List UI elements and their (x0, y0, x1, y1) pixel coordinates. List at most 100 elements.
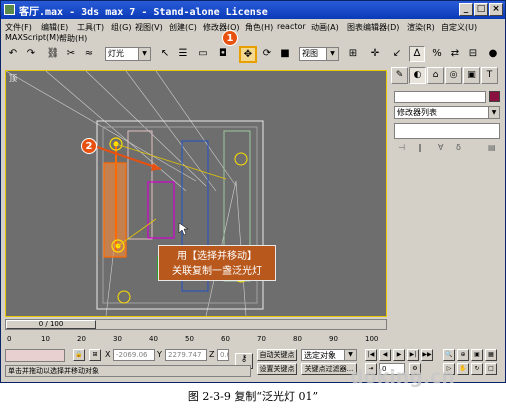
tick-label: 60 (221, 335, 230, 343)
time-slider-track[interactable]: 0 / 100 (5, 319, 387, 330)
object-name-field[interactable] (394, 91, 486, 103)
menu-customize[interactable]: 自定义(U) (441, 22, 477, 33)
set-key-button[interactable]: 设置关键点 (257, 363, 297, 375)
select-scale-icon[interactable]: ■ (277, 46, 293, 62)
menu-rendering[interactable]: 渲染(R) (407, 22, 435, 33)
select-manipulate-icon[interactable]: ✛ (367, 46, 383, 62)
menu-reactor[interactable]: reactor (277, 22, 306, 31)
link-icon[interactable]: ⛓ (45, 46, 61, 62)
watermark: doking.cn (350, 366, 455, 388)
zoom-extents-all-icon[interactable]: ▦ (485, 349, 497, 361)
hierarchy-icon[interactable]: ⌂ (427, 67, 444, 84)
maxscript-listener[interactable] (5, 349, 65, 362)
previous-frame-icon[interactable]: ◀ (379, 349, 391, 361)
align-icon[interactable]: ⊟ (465, 46, 481, 62)
select-rotate-icon[interactable]: ⟳ (259, 46, 275, 62)
redo-icon[interactable]: ↷ (23, 46, 39, 62)
chevron-down-icon: ▼ (344, 350, 356, 360)
object-color-swatch[interactable] (489, 91, 500, 102)
modify-icon[interactable]: ◐ (409, 67, 426, 84)
ref-coord-dropdown[interactable]: 视图 ▼ (299, 47, 339, 61)
key-filter-dropdown[interactable]: 选定对象 ▼ (301, 349, 357, 361)
make-unique-icon[interactable]: ∀ (438, 143, 443, 152)
select-by-name-icon[interactable]: ☰ (175, 46, 191, 62)
auto-key-button[interactable]: 自动关键点 (257, 349, 297, 361)
x-coord-field[interactable]: -2069.06 (113, 349, 155, 361)
menu-file[interactable]: 文件(F) (5, 22, 32, 33)
tick-label: 100 (365, 335, 379, 343)
unlink-icon[interactable]: ✂ (63, 46, 79, 62)
tick-label: 90 (329, 335, 338, 343)
menu-maxscript[interactable]: MAXScript(M) (5, 33, 59, 42)
arc-rotate-icon[interactable]: ↻ (471, 363, 483, 375)
top-viewport[interactable]: 顶 用【选择并移动】 关联复制一盏泛光灯 (5, 70, 387, 317)
selection-filter-dropdown[interactable]: 灯光 ▼ (105, 47, 151, 61)
minimize-button[interactable]: _ (459, 3, 473, 16)
select-move-icon[interactable]: ✥ (239, 46, 257, 63)
rect-region-icon[interactable]: ▭ (195, 46, 211, 62)
go-to-start-icon[interactable]: |◀ (365, 349, 377, 361)
tick-label: 30 (113, 335, 122, 343)
key-filter-value: 选定对象 (304, 351, 336, 360)
tick-label: 20 (77, 335, 86, 343)
angle-snap-icon[interactable]: ∆ (409, 46, 425, 62)
menu-create[interactable]: 创建(C) (169, 22, 197, 33)
snap-icon[interactable]: ↙ (389, 46, 405, 62)
modifier-stack[interactable] (394, 123, 500, 139)
app-window: 客厅.max - 3ds max 7 - Stand-alone License… (0, 0, 506, 383)
pivot-icon[interactable]: ⊞ (345, 46, 361, 62)
tick-label: 40 (149, 335, 158, 343)
configure-sets-icon[interactable]: ▤ (488, 143, 496, 152)
menu-views[interactable]: 视图(V) (135, 22, 163, 33)
undo-icon[interactable]: ↶ (5, 46, 21, 62)
light-right (234, 152, 248, 166)
pan-icon[interactable]: ✋ (457, 363, 469, 375)
modifier-list-dropdown[interactable]: 修改器列表 ▼ (394, 106, 500, 119)
create-icon[interactable]: ✎ (391, 67, 408, 84)
menu-help[interactable]: 帮助(H) (59, 33, 87, 44)
command-panel: ✎ ◐ ⌂ ◎ ▣ T 修改器列表 ▼ ⊣ ‖ ∀ δ ▤ (391, 67, 503, 321)
menu-edit[interactable]: 编辑(E) (41, 22, 68, 33)
annotation-callout: 用【选择并移动】 关联复制一盏泛光灯 (158, 245, 276, 281)
z-coord-field[interactable]: 0.0 (217, 349, 229, 361)
window-crossing-icon[interactable]: ◘ (215, 46, 231, 62)
maximize-button[interactable]: □ (474, 3, 488, 16)
next-frame-icon[interactable]: ▶| (407, 349, 419, 361)
key-filters-button[interactable]: 关键点过滤器... (301, 363, 357, 375)
y-label: Y (157, 350, 162, 359)
chevron-down-icon: ▼ (488, 107, 499, 118)
time-slider[interactable]: 0 / 100 (6, 320, 96, 329)
y-coord-field[interactable]: 2279.747 (165, 349, 207, 361)
absolute-mode-icon[interactable]: ⊞ (89, 349, 101, 361)
track-bar[interactable]: 0 10 20 30 40 50 60 70 80 90 100 (5, 332, 387, 346)
go-to-end-icon[interactable]: ▶▶ (421, 349, 433, 361)
display-icon[interactable]: ▣ (463, 67, 480, 84)
close-button[interactable]: × (489, 3, 503, 16)
menu-graph-editors[interactable]: 图表编辑器(D) (347, 22, 399, 33)
percent-snap-icon[interactable]: % (429, 46, 445, 62)
motion-icon[interactable]: ◎ (445, 67, 462, 84)
remove-modifier-icon[interactable]: δ (456, 143, 461, 152)
selection-filter-value: 灯光 (108, 49, 124, 58)
utilities-icon[interactable]: T (481, 67, 498, 84)
light-target-line (115, 143, 227, 180)
menu-character[interactable]: 角色(H) (245, 22, 273, 33)
maximize-viewport-icon[interactable]: □ (485, 363, 497, 375)
zoom-all-icon[interactable]: ⊕ (457, 349, 469, 361)
material-editor-icon[interactable]: ● (485, 46, 501, 62)
title-bar: 客厅.max - 3ds max 7 - Stand-alone License… (1, 1, 505, 19)
tick-label: 80 (293, 335, 302, 343)
zoom-extents-icon[interactable]: ▣ (471, 349, 483, 361)
pin-stack-icon[interactable]: ⊣ (398, 143, 405, 152)
zoom-icon[interactable]: 🔍 (443, 349, 455, 361)
menu-animation[interactable]: 动画(A) (311, 22, 339, 33)
lock-selection-icon[interactable]: 🔒 (73, 349, 85, 361)
show-end-result-icon[interactable]: ‖ (418, 143, 422, 152)
menu-group[interactable]: 组(G) (111, 22, 131, 33)
menu-tools[interactable]: 工具(T) (77, 22, 104, 33)
bind-spacewarp-icon[interactable]: ≈ (81, 46, 97, 62)
light-bottom (117, 290, 131, 304)
mirror-icon[interactable]: ⇄ (447, 46, 463, 62)
select-icon[interactable]: ↖ (157, 46, 173, 62)
play-icon[interactable]: ▶ (393, 349, 405, 361)
